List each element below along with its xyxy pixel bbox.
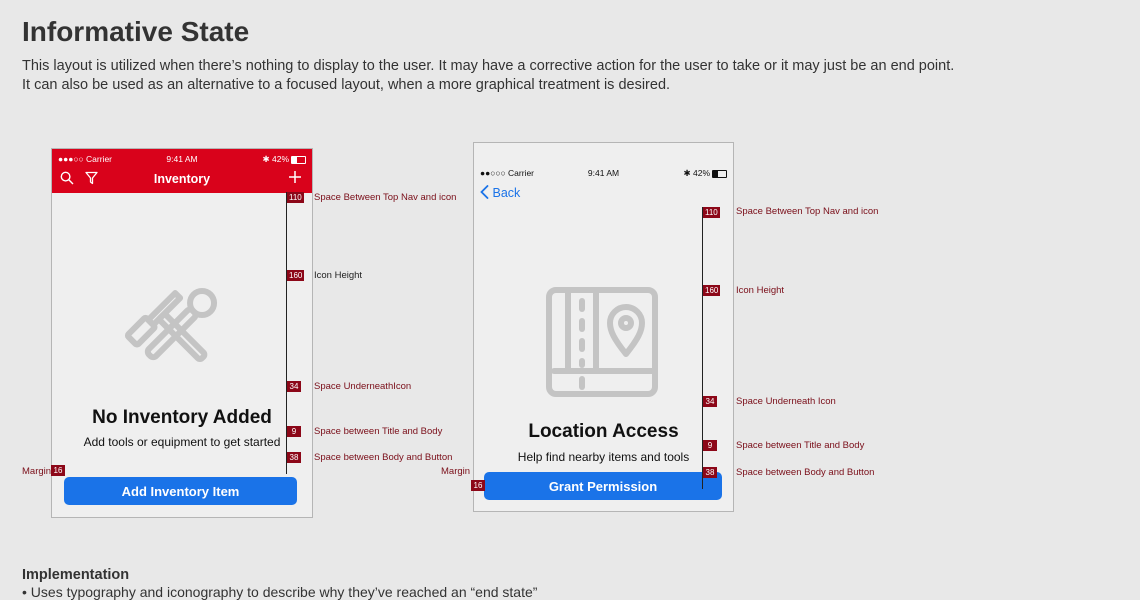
spec-badge: 160 [287, 270, 305, 281]
spec-label: Space Underneath Icon [736, 396, 836, 407]
spec-label: Space Between Top Nav and icon [736, 206, 879, 217]
phone-mockup-location: ●●○○○ Carrier 9:41 AM ✱ 42% Back Locatio… [473, 142, 734, 512]
margin-badge: 16 [471, 480, 485, 491]
spec-label: Space UnderneathIcon [314, 381, 412, 392]
spec-badge: 110 [703, 207, 720, 218]
bluetooth-icon: ✱ [683, 168, 691, 178]
battery-text: 42% [271, 154, 289, 164]
spec-label: Space between Body and Button [736, 467, 875, 478]
top-nav-bar: Inventory [52, 167, 312, 193]
intro-line-2: It can also be used as an alternative to… [22, 77, 671, 93]
intro-line-1: This layout is utilized when there’s not… [22, 58, 955, 74]
spec-badge: 34 [287, 381, 301, 392]
back-button[interactable]: Back [480, 185, 520, 202]
spec-badge: 9 [287, 426, 301, 437]
spec-badge: 38 [703, 467, 717, 478]
empty-state-title: No Inventory Added [92, 407, 272, 428]
tools-icon [122, 279, 234, 380]
spec-label: Icon Height [314, 270, 363, 281]
empty-state-body: Add tools or equipment to get started [83, 435, 281, 449]
bluetooth-icon: ✱ [262, 154, 270, 164]
status-bar: ●●○○○ Carrier 9:41 AM ✱ 42% [474, 163, 733, 181]
battery-indicator: ✱ 42% [683, 168, 727, 179]
page-title: Informative State [22, 16, 250, 47]
spec-label: Space Between Top Nav and icon [314, 192, 457, 203]
grant-permission-button[interactable]: Grant Permission [484, 472, 722, 500]
battery-text: 42% [692, 168, 710, 178]
back-label: Back [492, 186, 521, 200]
status-bar: ●●●○○ Carrier 9:41 AM ✱ 42% [52, 149, 312, 167]
implementation-title: Implementation [22, 567, 130, 583]
battery-icon [291, 155, 306, 164]
phone-mockup-inventory: ●●●○○ Carrier 9:41 AM ✱ 42% Inventory No… [51, 148, 313, 518]
spec-label: Space between Title and Body [736, 440, 865, 451]
map-pin-icon [546, 287, 658, 402]
plus-icon[interactable] [288, 170, 302, 189]
spec-badge: 110 [287, 192, 304, 203]
battery-icon [712, 169, 727, 178]
empty-state-body: Help find nearby items and tools [517, 450, 690, 464]
battery-indicator: ✱ 42% [262, 154, 306, 165]
add-inventory-button[interactable]: Add Inventory Item [64, 477, 297, 505]
margin-label: Margin [22, 466, 52, 477]
implementation-bullet: • Uses typography and iconography to des… [22, 584, 538, 600]
spec-badge: 160 [703, 285, 721, 296]
spec-badge: 9 [703, 440, 717, 451]
empty-state-title: Location Access [528, 421, 679, 442]
spec-label: Icon Height [736, 285, 785, 296]
margin-badge: 16 [51, 465, 65, 476]
chevron-left-icon [480, 185, 489, 202]
margin-label: Margin [441, 466, 471, 477]
spec-badge: 34 [703, 396, 717, 407]
spec-label: Space between Body and Button [314, 452, 453, 463]
spec-badge: 38 [287, 452, 301, 463]
nav-title: Inventory [153, 172, 211, 186]
spec-label: Space between Title and Body [314, 426, 443, 437]
